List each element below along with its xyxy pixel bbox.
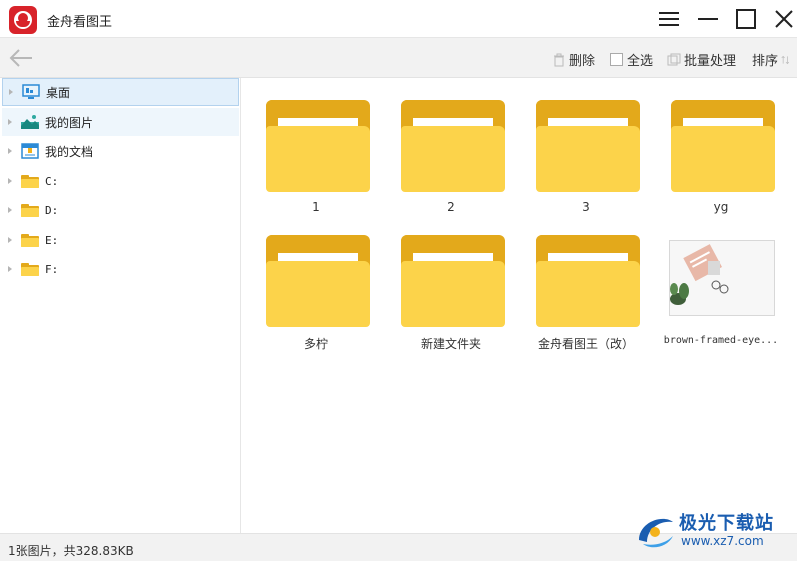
expand-arrow-icon[interactable] (9, 89, 13, 95)
folder-icon (266, 235, 370, 327)
delete-button[interactable]: 删除 (552, 50, 595, 69)
back-button[interactable] (8, 47, 34, 69)
status-text: 1张图片，共328.83KB (8, 544, 134, 558)
drive-folder-icon (21, 234, 39, 247)
sidebar-tree: 桌面 我的图片 我的文档 C: D: E: F: (0, 78, 241, 533)
sidebar-item-drive-c[interactable]: C: (2, 167, 239, 195)
sort-arrows-icon (781, 55, 790, 64)
pictures-icon (21, 115, 39, 129)
sidebar-item-label: 我的图片 (45, 115, 94, 130)
delete-label: 删除 (569, 54, 596, 69)
folder-tile[interactable]: 3 (524, 78, 644, 214)
maximize-button[interactable] (733, 6, 759, 32)
file-label: 新建文件夹 (420, 337, 481, 351)
expand-arrow-icon[interactable] (8, 148, 12, 154)
folder-icon (401, 235, 505, 327)
sidebar-item-label: D: (45, 203, 59, 217)
app-logo-icon (9, 6, 37, 34)
sidebar-item-label: 我的文档 (45, 144, 94, 159)
batch-icon (667, 53, 681, 65)
back-arrow-icon (9, 49, 32, 67)
sidebar-item-label: 桌面 (46, 85, 71, 100)
sidebar-item-drive-f[interactable]: F: (2, 255, 239, 283)
folder-icon (401, 100, 505, 192)
file-label: 2 (447, 200, 455, 214)
expand-arrow-icon[interactable] (8, 266, 12, 272)
toolbar: 删除 全选 批量处理 排序 (0, 38, 797, 78)
select-all-label: 全选 (627, 54, 654, 69)
menu-button[interactable] (656, 6, 682, 32)
folder-icon (266, 100, 370, 192)
expand-arrow-icon[interactable] (8, 119, 12, 125)
file-label: 3 (582, 200, 590, 214)
close-button[interactable] (771, 6, 797, 32)
sidebar-item-label: C: (45, 174, 59, 188)
hamburger-icon (659, 12, 679, 26)
sort-label: 排序 (752, 54, 779, 69)
photo-preview-icon (670, 241, 774, 315)
folder-tile[interactable]: 2 (389, 78, 509, 214)
folder-tile[interactable]: yg (659, 78, 779, 214)
sidebar-item-my-documents[interactable]: 我的文档 (2, 137, 239, 165)
expand-arrow-icon[interactable] (8, 237, 12, 243)
sidebar-item-drive-d[interactable]: D: (2, 196, 239, 224)
file-label: 1 (312, 200, 320, 214)
image-tile[interactable]: brown-framed-eye... (659, 213, 779, 346)
folder-tile[interactable]: 金舟看图王（改） (524, 213, 644, 351)
folder-tile[interactable]: 多柠 (254, 213, 374, 351)
folder-icon (536, 100, 640, 192)
sidebar-item-desktop[interactable]: 桌面 (2, 78, 239, 106)
checkbox-icon (610, 53, 623, 66)
file-grid: 1 2 3 yg 多柠 新建文件夹 金舟看图王（改） brown-framed-… (242, 78, 797, 533)
watermark-url: www.xz7.com (681, 534, 764, 548)
expand-arrow-icon[interactable] (8, 178, 12, 184)
folder-tile[interactable]: 1 (254, 78, 374, 214)
title-bar: 金舟看图王 (0, 0, 797, 38)
drive-folder-icon (21, 204, 39, 217)
drive-folder-icon (21, 263, 39, 276)
file-label: 多柠 (303, 337, 328, 351)
close-icon (775, 10, 793, 28)
sidebar-item-label: F: (45, 262, 59, 276)
batch-process-label: 批量处理 (684, 54, 737, 69)
sidebar-item-my-pictures[interactable]: 我的图片 (2, 108, 239, 136)
folder-tile[interactable]: 新建文件夹 (389, 213, 509, 351)
watermark-logo-icon (639, 518, 673, 548)
drive-folder-icon (21, 175, 39, 188)
file-label: 金舟看图王（改） (537, 337, 634, 351)
watermark-title: 极光下载站 (679, 513, 774, 534)
maximize-icon (736, 9, 756, 29)
expand-arrow-icon[interactable] (8, 207, 12, 213)
file-label: brown-framed-eye... (663, 335, 779, 346)
sort-button[interactable]: 排序 (752, 50, 791, 69)
app-title: 金舟看图王 (47, 15, 113, 30)
trash-icon (554, 53, 564, 66)
folder-icon (671, 100, 775, 192)
file-label: yg (713, 200, 729, 214)
batch-process-button[interactable]: 批量处理 (667, 50, 736, 69)
image-thumbnail (669, 240, 775, 316)
watermark: 极光下载站 www.xz7.com (633, 506, 793, 556)
select-all-checkbox[interactable]: 全选 (610, 50, 653, 69)
minimize-button[interactable] (695, 6, 721, 32)
folder-icon (536, 235, 640, 327)
desktop-icon (22, 84, 40, 99)
documents-icon (21, 143, 39, 159)
sidebar-item-drive-e[interactable]: E: (2, 226, 239, 254)
sidebar-item-label: E: (45, 233, 59, 247)
minimize-icon (698, 18, 718, 20)
